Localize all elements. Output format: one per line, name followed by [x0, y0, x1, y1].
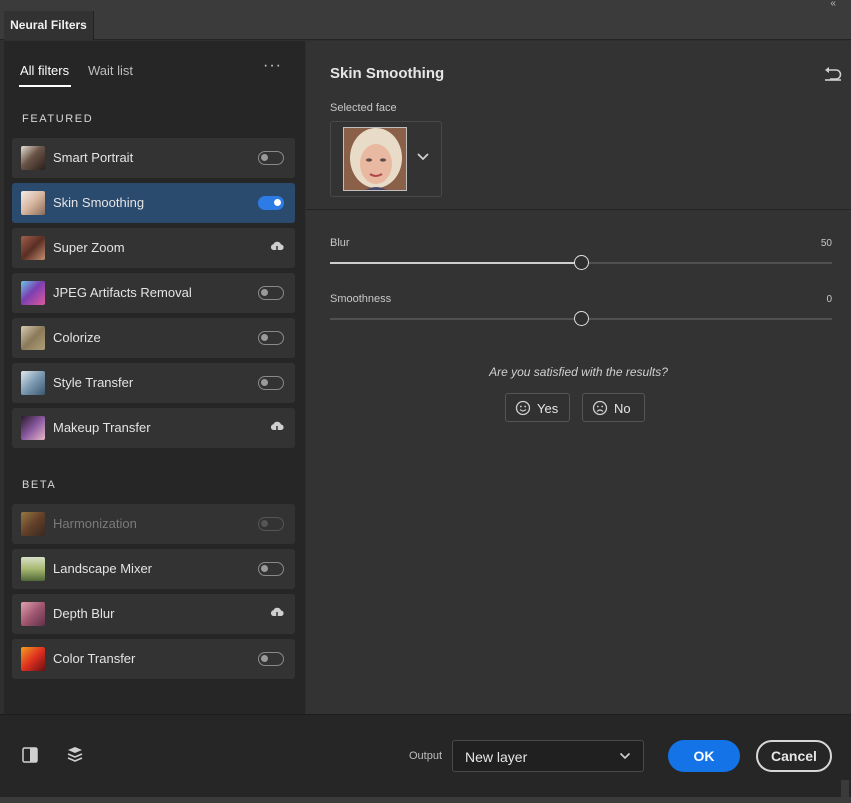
- tab-all-filters[interactable]: All filters: [20, 63, 69, 78]
- ok-button[interactable]: OK: [668, 740, 740, 772]
- smoothness-slider[interactable]: [330, 311, 832, 326]
- blur-slider-handle[interactable]: [574, 255, 589, 270]
- no-label: No: [614, 401, 631, 416]
- filter-label: JPEG Artifacts Removal: [53, 285, 192, 300]
- cancel-button[interactable]: Cancel: [756, 740, 832, 772]
- output-value: New layer: [465, 749, 528, 765]
- filter-label: Harmonization: [53, 516, 137, 531]
- filter-label: Smart Portrait: [53, 150, 134, 165]
- filter-skin-smoothing[interactable]: Skin Smoothing: [12, 183, 295, 223]
- cloud-download-icon[interactable]: [269, 239, 285, 255]
- filter-style-transfer[interactable]: Style Transfer: [12, 363, 295, 403]
- filter-harmonization: Harmonization: [12, 504, 295, 544]
- color-transfer-thumbnail: [21, 647, 45, 671]
- filter-toggle[interactable]: [258, 286, 284, 300]
- panel-bottom-strip: [0, 797, 851, 803]
- active-tab-underline: [19, 85, 71, 87]
- reset-icon[interactable]: [823, 65, 843, 81]
- chevron-down-icon: [619, 752, 631, 760]
- cloud-download-icon[interactable]: [269, 605, 285, 621]
- output-select[interactable]: New layer: [452, 740, 644, 772]
- filter-super-zoom[interactable]: Super Zoom: [12, 228, 295, 268]
- filter-label: Landscape Mixer: [53, 561, 152, 576]
- feedback-yes-button[interactable]: Yes: [505, 393, 570, 422]
- yes-label: Yes: [537, 401, 559, 416]
- filter-colorize[interactable]: Colorize: [12, 318, 295, 358]
- layers-icon[interactable]: [66, 745, 84, 763]
- selected-face-label: Selected face: [330, 102, 397, 114]
- filter-smart-portrait[interactable]: Smart Portrait: [12, 138, 295, 178]
- selected-face-dropdown[interactable]: [330, 121, 442, 197]
- style-transfer-thumbnail: [21, 371, 45, 395]
- makeup-transfer-thumbnail: [21, 416, 45, 440]
- panel-title: Skin Smoothing: [330, 65, 445, 82]
- filter-settings-panel: Skin Smoothing Selected face Blur 50 Smo…: [306, 41, 851, 714]
- more-options-icon[interactable]: ···: [263, 57, 282, 75]
- smoothness-slider-handle[interactable]: [574, 311, 589, 326]
- super-zoom-thumbnail: [21, 236, 45, 260]
- filter-label: Skin Smoothing: [53, 195, 145, 210]
- beta-heading: BETA: [22, 479, 57, 491]
- panel-top-strip: [0, 0, 851, 10]
- face-thumbnail: [343, 127, 407, 191]
- skin-smoothing-thumbnail: [21, 191, 45, 215]
- smoothness-label: Smoothness: [330, 293, 392, 305]
- filter-toggle[interactable]: [258, 562, 284, 576]
- chevron-down-icon: [417, 153, 429, 161]
- cloud-download-icon[interactable]: [269, 419, 285, 435]
- harmonization-thumbnail: [21, 512, 45, 536]
- filter-label: Super Zoom: [53, 240, 125, 255]
- resize-grip[interactable]: [841, 780, 849, 797]
- jpeg-artifacts-thumbnail: [21, 281, 45, 305]
- tab-wait-list[interactable]: Wait list: [88, 63, 133, 78]
- filter-depth-blur[interactable]: Depth Blur: [12, 594, 295, 634]
- blur-value: 50: [820, 238, 832, 249]
- smoothness-value: 0: [826, 294, 832, 305]
- filters-sidebar: All filters Wait list ··· FEATURED Smart…: [4, 41, 305, 714]
- collapse-panel-icon[interactable]: ‹‹: [830, 0, 836, 9]
- filter-toggle[interactable]: [258, 196, 284, 210]
- feedback-no-button[interactable]: No: [582, 393, 645, 422]
- depth-blur-thumbnail: [21, 602, 45, 626]
- output-label: Output: [409, 750, 443, 762]
- filter-toggle[interactable]: [258, 652, 284, 666]
- filter-makeup-transfer[interactable]: Makeup Transfer: [12, 408, 295, 448]
- filter-label: Colorize: [53, 330, 101, 345]
- filter-label: Color Transfer: [53, 651, 136, 666]
- feedback-question: Are you satisfied with the results?: [489, 365, 668, 379]
- filter-toggle[interactable]: [258, 376, 284, 390]
- blur-slider-fill: [330, 262, 581, 264]
- filter-landscape-mixer[interactable]: Landscape Mixer: [12, 549, 295, 589]
- colorize-thumbnail: [21, 326, 45, 350]
- filter-label: Style Transfer: [53, 375, 134, 390]
- smart-portrait-thumbnail: [21, 146, 45, 170]
- filter-color-transfer[interactable]: Color Transfer: [12, 639, 295, 679]
- dialog-footer: Output New layer OK Cancel: [0, 714, 851, 797]
- filter-toggle: [258, 517, 284, 531]
- filter-label: Makeup Transfer: [53, 420, 151, 435]
- blur-label: Blur: [330, 237, 350, 249]
- filter-toggle[interactable]: [258, 151, 284, 165]
- tab-neural-filters[interactable]: Neural Filters: [4, 11, 94, 40]
- blur-slider[interactable]: [330, 255, 832, 270]
- featured-heading: FEATURED: [22, 113, 94, 125]
- filter-label: Depth Blur: [53, 606, 115, 621]
- panel-divider: [306, 209, 851, 210]
- show-preview-icon[interactable]: [21, 746, 39, 764]
- frown-icon: [592, 400, 608, 416]
- filter-toggle[interactable]: [258, 331, 284, 345]
- smile-icon: [515, 400, 531, 416]
- tab-bar: Neural Filters: [0, 10, 851, 40]
- landscape-mixer-thumbnail: [21, 557, 45, 581]
- filter-jpeg-artifacts-removal[interactable]: JPEG Artifacts Removal: [12, 273, 295, 313]
